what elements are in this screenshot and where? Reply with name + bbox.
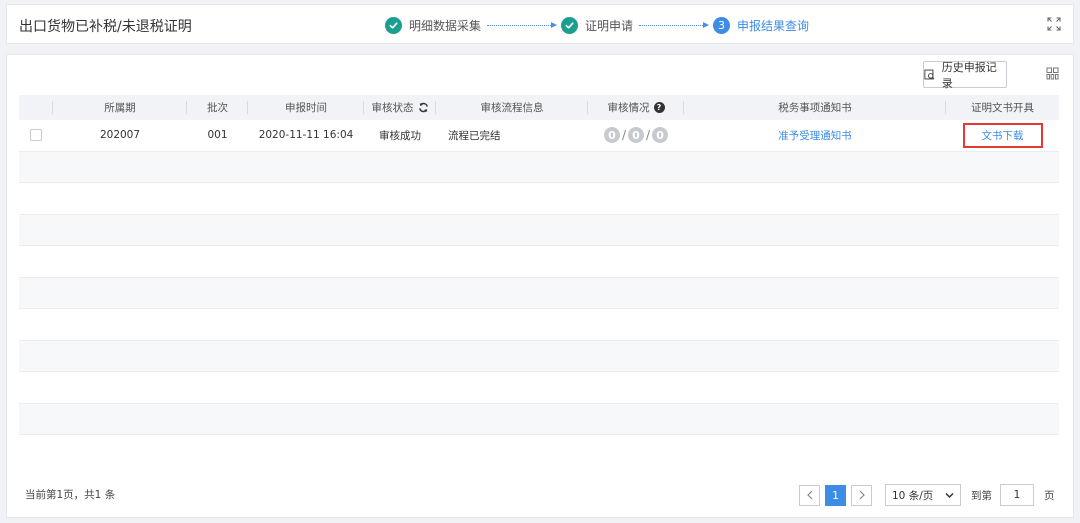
status-cell: 审核成功 — [379, 129, 421, 142]
review-counts-cell: 0 / 0 / 0 — [588, 120, 684, 151]
history-icon — [924, 69, 935, 80]
empty-row — [19, 183, 1059, 215]
page-size-value: 10 条/页 — [892, 489, 934, 502]
column-header: 所属期 — [53, 95, 187, 120]
step-certificate-apply[interactable]: 证明申请 — [561, 16, 634, 34]
row-select-cell — [19, 120, 53, 151]
history-button-label: 历史申报记录 — [941, 60, 997, 90]
review-count-badges: 0 / 0 / 0 — [603, 127, 669, 144]
check-circle-icon — [561, 16, 579, 34]
empty-row — [19, 403, 1059, 435]
history-records-button[interactable]: 历史申报记录 — [923, 60, 1007, 90]
period-cell: 202007 — [99, 129, 141, 142]
chevron-right-icon — [859, 490, 865, 500]
doc-cell: 文书下载 — [946, 120, 1059, 151]
column-header: 申报时间 — [248, 95, 364, 120]
count-badge[interactable]: 0 — [652, 127, 669, 144]
help-icon[interactable]: ? — [653, 102, 665, 113]
fullscreen-icon[interactable] — [1047, 17, 1061, 31]
count-badge[interactable]: 0 — [603, 127, 620, 144]
page-title: 出口货物已补税/未退税证明 — [19, 19, 192, 35]
page-unit-label: 页 — [1044, 489, 1055, 502]
step-data-collection[interactable]: 明细数据采集 — [385, 16, 482, 34]
empty-row — [19, 309, 1059, 341]
chevron-down-icon — [945, 492, 954, 498]
step-label: 明细数据采集 — [409, 18, 482, 33]
table-header: 所属期 批次 申报时间 审核状态 审核流程信息 审核情况 ? 税务事项通知书 证… — [19, 95, 1059, 120]
next-page-button[interactable] — [851, 484, 872, 506]
column-header: 审核流程信息 — [436, 95, 588, 120]
column-header-status: 审核状态 — [364, 95, 436, 120]
notice-cell: 准予受理通知书 — [684, 120, 946, 151]
notice-link[interactable]: 准予受理通知书 — [778, 128, 852, 143]
step-result-query[interactable]: 3 申报结果查询 — [713, 16, 810, 34]
doc-download-link[interactable]: 文书下载 — [982, 128, 1024, 143]
empty-row — [19, 372, 1059, 404]
row-checkbox[interactable] — [30, 129, 42, 142]
pagination-info: 当前第1页，共1 条 — [25, 489, 116, 501]
count-badge[interactable]: 0 — [628, 127, 644, 144]
column-header: 证明文书开具 — [971, 102, 1034, 114]
page-button-current[interactable]: 1 — [825, 484, 846, 506]
column-header: 批次 — [187, 95, 248, 120]
result-table: 所属期 批次 申报时间 审核状态 审核流程信息 审核情况 ? 税务事项通知书 证… — [19, 95, 1059, 435]
time-cell: 2020-11-11 16:04 — [258, 129, 354, 142]
page-size-select[interactable]: 10 条/页 — [885, 484, 961, 506]
empty-row — [19, 246, 1059, 278]
column-settings-icon[interactable] — [1046, 67, 1059, 80]
column-header: 审核情况 — [607, 102, 650, 114]
prev-page-button[interactable] — [799, 484, 820, 506]
pagination: 1 10 条/页 到第 页 — [799, 484, 1055, 506]
doc-download-highlight: 文书下载 — [962, 122, 1043, 148]
step-number: 3 — [713, 16, 731, 34]
batch-cell: 001 — [207, 129, 228, 142]
chevron-left-icon — [806, 490, 812, 500]
check-circle-icon — [385, 16, 402, 34]
step-label: 证明申请 — [585, 18, 634, 33]
flow-cell: 流程已完结 — [448, 129, 501, 142]
table-row: 202007 001 2020-11-11 16:04 审核成功 流程已完结 0… — [19, 120, 1059, 152]
goto-label: 到第 — [971, 489, 992, 502]
step-label: 申报结果查询 — [737, 18, 810, 33]
empty-row — [19, 277, 1059, 309]
step-arrow — [487, 21, 558, 28]
column-header: 审核状态 — [371, 102, 414, 114]
result-panel: 历史申报记录 所属期 批次 申报时间 审核状态 审核流程信息 审核情况 ? 税务… — [6, 54, 1074, 518]
step-arrow — [639, 21, 710, 28]
refresh-icon[interactable] — [418, 102, 429, 113]
empty-row — [19, 214, 1059, 246]
separator: / — [646, 128, 651, 143]
goto-page-input[interactable] — [1000, 484, 1034, 506]
progress-steps: 明细数据采集 证明申请 3 申报结果查询 — [385, 15, 809, 35]
page-header: 出口货物已补税/未退税证明 明细数据采集 证明申请 3 申报结果查询 — [6, 4, 1074, 44]
separator: / — [621, 128, 626, 143]
empty-row — [19, 340, 1059, 372]
header-select — [19, 95, 53, 120]
column-header: 税务事项通知书 — [684, 95, 946, 120]
empty-row — [19, 151, 1059, 183]
column-header-review: 审核情况 ? — [588, 95, 684, 120]
